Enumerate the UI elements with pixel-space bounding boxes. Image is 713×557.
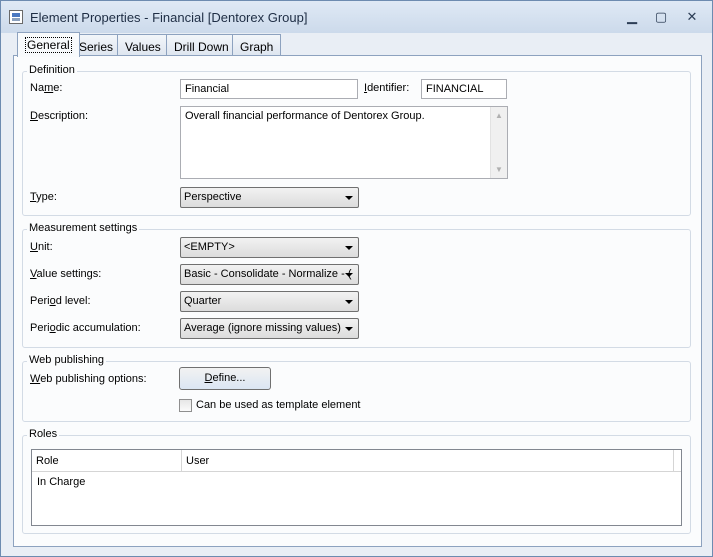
unit-label: Unit: — [30, 241, 53, 253]
tab-drill-down[interactable]: Drill Down — [166, 34, 237, 56]
close-button[interactable]: ✕ — [681, 9, 703, 25]
chevron-down-icon — [345, 300, 353, 304]
type-label: Type: — [30, 191, 57, 203]
period-level-select-value: Quarter — [184, 295, 222, 307]
column-header-role[interactable]: Role — [32, 450, 182, 471]
value-settings-label: Value settings: — [30, 268, 102, 280]
web-publishing-options-label: Web publishing options: — [30, 373, 147, 385]
chevron-down-icon — [345, 246, 353, 250]
element-properties-window: Element Properties - Financial [Dentorex… — [0, 0, 713, 557]
app-icon — [9, 10, 23, 24]
tab-values[interactable]: Values — [117, 34, 169, 56]
window-title: Element Properties - Financial [Dentorex… — [30, 10, 308, 25]
scroll-down-icon[interactable]: ▼ — [491, 161, 507, 178]
name-label: Name: — [30, 82, 63, 94]
maximize-button[interactable]: ▢ — [650, 9, 672, 25]
type-select-value: Perspective — [184, 191, 242, 203]
roles-group-title: Roles — [27, 428, 60, 440]
period-level-select[interactable]: Quarter — [180, 291, 359, 312]
roles-table[interactable]: Role User In Charge — [31, 449, 682, 526]
chevron-down-icon — [345, 327, 353, 331]
define-button[interactable]: Define... — [179, 367, 271, 390]
template-element-checkbox[interactable] — [179, 399, 192, 412]
column-header-user[interactable]: User — [182, 450, 674, 471]
type-select[interactable]: Perspective — [180, 187, 359, 208]
periodic-accumulation-select[interactable]: Average (ignore missing values) — [180, 318, 359, 339]
period-level-label: Period level: — [30, 295, 91, 307]
periodic-accumulation-select-value: Average (ignore missing values) — [184, 322, 341, 334]
identifier-field[interactable]: FINANCIAL — [421, 79, 507, 99]
tab-values-label: Values — [125, 40, 161, 54]
value-settings-select[interactable]: Basic - Consolidate - Normalize - ( — [180, 264, 359, 285]
definition-group-title: Definition — [27, 64, 77, 76]
description-field[interactable]: Overall financial performance of Dentore… — [180, 106, 508, 179]
scroll-up-icon[interactable]: ▲ — [491, 107, 507, 124]
description-text: Overall financial performance of Dentore… — [185, 110, 425, 122]
role-cell: In Charge — [37, 476, 86, 488]
title-bar[interactable]: Element Properties - Financial [Dentorex… — [1, 1, 712, 33]
unit-select-value: <EMPTY> — [184, 241, 235, 253]
web-publishing-group — [22, 361, 691, 422]
roles-table-header: Role User — [32, 450, 681, 472]
description-label: Description: — [30, 110, 89, 122]
tab-general-label: General — [25, 37, 72, 53]
name-field[interactable]: Financial — [180, 79, 358, 99]
general-tab-panel: Definition Name: Financial Identifier: F… — [13, 55, 702, 547]
value-settings-select-value: Basic - Consolidate - Normalize - ( — [184, 268, 352, 280]
minimize-button[interactable]: ▁ — [621, 9, 643, 25]
tab-general[interactable]: General — [17, 32, 80, 57]
web-publishing-group-title: Web publishing — [27, 354, 107, 366]
unit-select[interactable]: <EMPTY> — [180, 237, 359, 258]
identifier-label: Identifier: — [364, 82, 410, 94]
tab-graph[interactable]: Graph — [232, 34, 282, 56]
table-row[interactable]: In Charge — [32, 473, 681, 493]
chevron-down-icon — [345, 196, 353, 200]
measurement-settings-group-title: Measurement settings — [27, 222, 140, 234]
tab-graph-label: Graph — [240, 40, 274, 54]
chevron-down-icon — [345, 273, 353, 277]
tab-series-label: Series — [79, 40, 114, 54]
tab-drill-down-label: Drill Down — [174, 40, 229, 54]
description-scrollbar[interactable]: ▲ ▼ — [490, 107, 507, 178]
periodic-accumulation-label: Periodic accumulation: — [30, 322, 141, 334]
template-element-checkbox-label[interactable]: Can be used as template element — [196, 399, 361, 411]
tab-strip: General Series Values Drill Down Graph — [13, 32, 703, 57]
